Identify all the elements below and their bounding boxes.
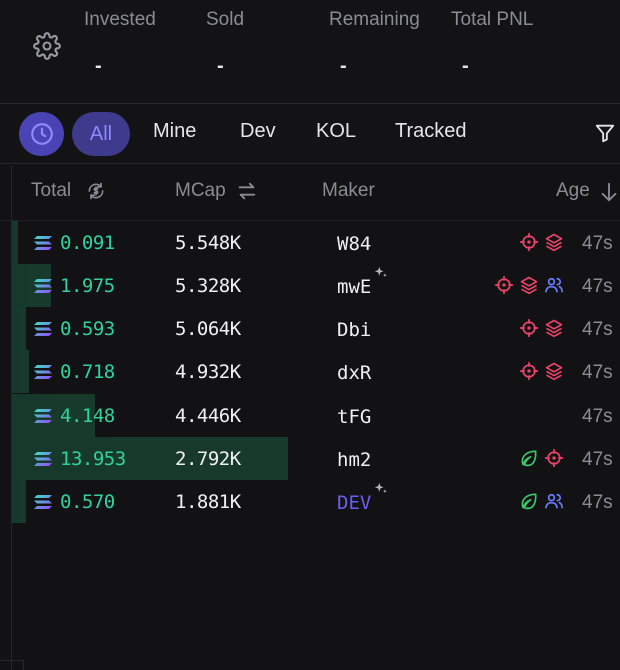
solana-icon <box>34 495 52 509</box>
mcap-value: 5.548K <box>175 232 241 254</box>
column-age[interactable]: Age <box>556 180 590 202</box>
users-icon <box>545 493 563 509</box>
mcap-value: 4.932K <box>175 361 241 383</box>
leaf-icon <box>521 450 537 467</box>
solana-icon <box>34 236 52 250</box>
total-value: 1.975 <box>60 275 115 297</box>
invested-value: - <box>95 55 102 77</box>
arrow-down-icon[interactable] <box>598 180 620 204</box>
layers-icon <box>545 362 563 381</box>
maker-address-link[interactable]: hm2 <box>337 449 371 471</box>
target-icon <box>519 361 539 381</box>
gear-icon[interactable] <box>33 32 61 60</box>
age-value: 47s <box>582 319 613 340</box>
table-row[interactable]: 13.953 2.792K hm2 47s <box>12 437 620 480</box>
total-pnl-label: Total PNL <box>451 9 534 30</box>
age-value: 47s <box>582 233 613 254</box>
solana-icon <box>34 452 52 466</box>
table-row[interactable]: 0.593 5.064K Dbi 47s <box>12 307 620 350</box>
total-value: 4.148 <box>60 405 115 427</box>
leaf-icon <box>521 493 537 510</box>
maker-address-link[interactable]: dxR <box>337 362 371 384</box>
solana-icon <box>34 365 52 379</box>
mcap-value: 2.792K <box>175 448 241 470</box>
maker-address-link[interactable]: mwE <box>337 276 371 298</box>
column-total[interactable]: Total <box>31 180 71 202</box>
users-icon <box>545 277 563 293</box>
tab-dev[interactable]: Dev <box>240 120 276 143</box>
maker-address-link[interactable]: W84 <box>337 233 371 255</box>
remaining-label: Remaining <box>329 9 420 30</box>
volume-bar <box>12 437 288 480</box>
filter-icon[interactable] <box>594 122 616 144</box>
total-value: 0.570 <box>60 491 115 513</box>
volume-bar <box>12 350 29 393</box>
tab-tracked[interactable]: Tracked <box>395 120 467 143</box>
tab-mine[interactable]: Mine <box>153 120 196 143</box>
volume-bar <box>12 307 26 350</box>
volume-bar <box>12 221 18 264</box>
table-row[interactable]: 0.091 5.548K W84 47s <box>12 221 620 264</box>
age-value: 47s <box>582 449 613 470</box>
column-maker[interactable]: Maker <box>322 180 375 202</box>
tab-all[interactable]: All <box>72 112 130 156</box>
maker-address-link[interactable]: tFG <box>337 406 371 428</box>
column-mcap[interactable]: MCap <box>175 180 226 202</box>
table-row[interactable]: 4.148 4.446K tFG 47s <box>12 394 620 437</box>
remaining-value: - <box>340 55 347 77</box>
target-icon <box>544 448 564 468</box>
layers-icon <box>545 233 563 252</box>
age-value: 47s <box>582 492 613 513</box>
clock-icon <box>30 123 53 145</box>
target-icon <box>519 232 539 252</box>
total-pnl-value: - <box>462 55 469 77</box>
mcap-value: 5.328K <box>175 275 241 297</box>
sold-value: - <box>217 55 224 77</box>
target-icon <box>519 318 539 338</box>
table-row[interactable]: 0.718 4.932K dxR 47s <box>12 350 620 393</box>
mcap-value: 1.881K <box>175 491 241 513</box>
table-row[interactable]: 1.975 5.328K mwE 47s <box>12 264 620 307</box>
maker-address-link[interactable]: DEV <box>337 492 371 514</box>
total-value: 0.718 <box>60 361 115 383</box>
invested-label: Invested <box>84 9 156 30</box>
table-row[interactable]: 0.570 1.881K DEV 47s <box>12 480 620 523</box>
age-value: 47s <box>582 362 613 383</box>
swap-icon[interactable] <box>236 180 258 202</box>
sparkle-icon <box>374 482 387 493</box>
total-value: 0.593 <box>60 318 115 340</box>
sparkle-icon <box>374 266 387 277</box>
total-value: 13.953 <box>60 448 126 470</box>
currency-toggle-icon[interactable] <box>86 181 106 201</box>
solana-icon <box>34 409 52 423</box>
mcap-value: 4.446K <box>175 405 241 427</box>
maker-address-link[interactable]: Dbi <box>337 319 371 341</box>
sold-label: Sold <box>206 9 245 30</box>
target-icon <box>494 275 514 295</box>
solana-icon <box>34 322 52 336</box>
recent-button[interactable] <box>19 112 64 156</box>
age-value: 47s <box>582 276 613 297</box>
mcap-value: 5.064K <box>175 318 241 340</box>
layers-icon <box>520 276 538 295</box>
tab-kol[interactable]: KOL <box>316 120 356 143</box>
solana-icon <box>34 279 52 293</box>
volume-bar <box>12 480 26 523</box>
age-value: 47s <box>582 406 613 427</box>
total-value: 0.091 <box>60 232 115 254</box>
layers-icon <box>545 319 563 338</box>
scroll-corner <box>0 660 24 670</box>
